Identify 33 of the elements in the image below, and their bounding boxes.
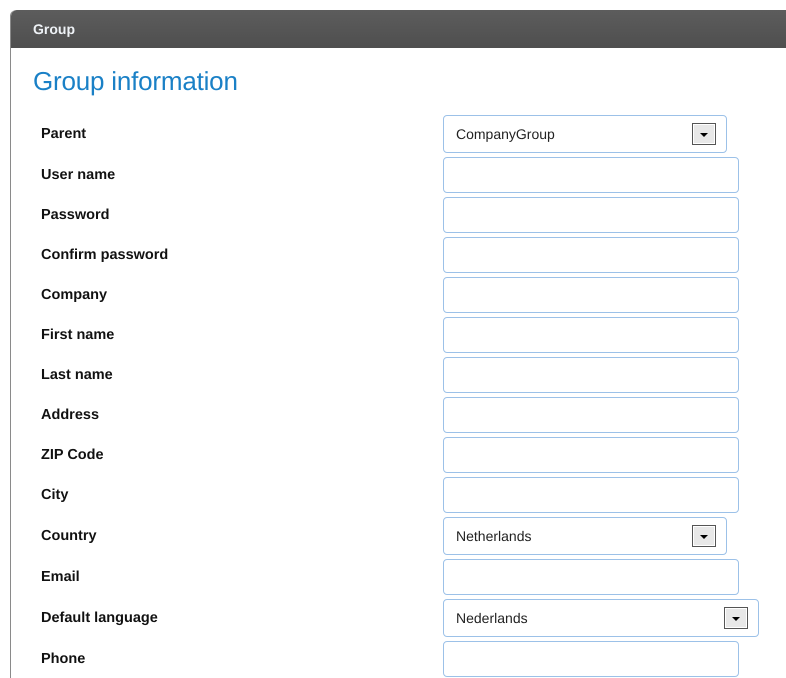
input-field[interactable]: [443, 559, 739, 595]
input-field[interactable]: [443, 277, 739, 313]
input-field[interactable]: [443, 317, 739, 353]
dropdown[interactable]: Netherlands: [443, 517, 727, 555]
dropdown[interactable]: Nederlands: [443, 599, 759, 637]
dropdown[interactable]: CompanyGroup: [443, 115, 727, 153]
field-label: Last name: [40, 367, 114, 383]
field-label: Confirm password: [40, 247, 170, 263]
field-label: User name: [40, 167, 116, 183]
field-label: Parent: [40, 126, 88, 142]
field-label: First name: [40, 327, 116, 343]
input-field[interactable]: [443, 357, 739, 393]
input-field[interactable]: [443, 397, 739, 433]
input-field[interactable]: [443, 437, 739, 473]
input-field[interactable]: [443, 641, 739, 677]
dropdown-arrow-icon: [692, 525, 716, 547]
field-label: City: [40, 487, 70, 503]
dropdown-arrow-icon: [692, 123, 716, 145]
field-label: Address: [40, 407, 100, 423]
field-label: Company: [40, 287, 108, 303]
input-field[interactable]: [443, 237, 739, 273]
field-label: Email: [40, 569, 81, 585]
field-label: Country: [40, 528, 98, 544]
dropdown-arrow-icon: [724, 607, 748, 629]
field-label: Password: [40, 207, 110, 223]
field-label: Phone: [40, 651, 86, 667]
input-field[interactable]: [443, 477, 739, 513]
section-heading: Group information: [33, 66, 239, 97]
panel-title: Group: [33, 21, 75, 37]
input-field[interactable]: [443, 157, 739, 193]
field-label: ZIP Code: [40, 447, 105, 463]
input-field[interactable]: [443, 197, 739, 233]
field-label: Default language: [40, 610, 159, 626]
